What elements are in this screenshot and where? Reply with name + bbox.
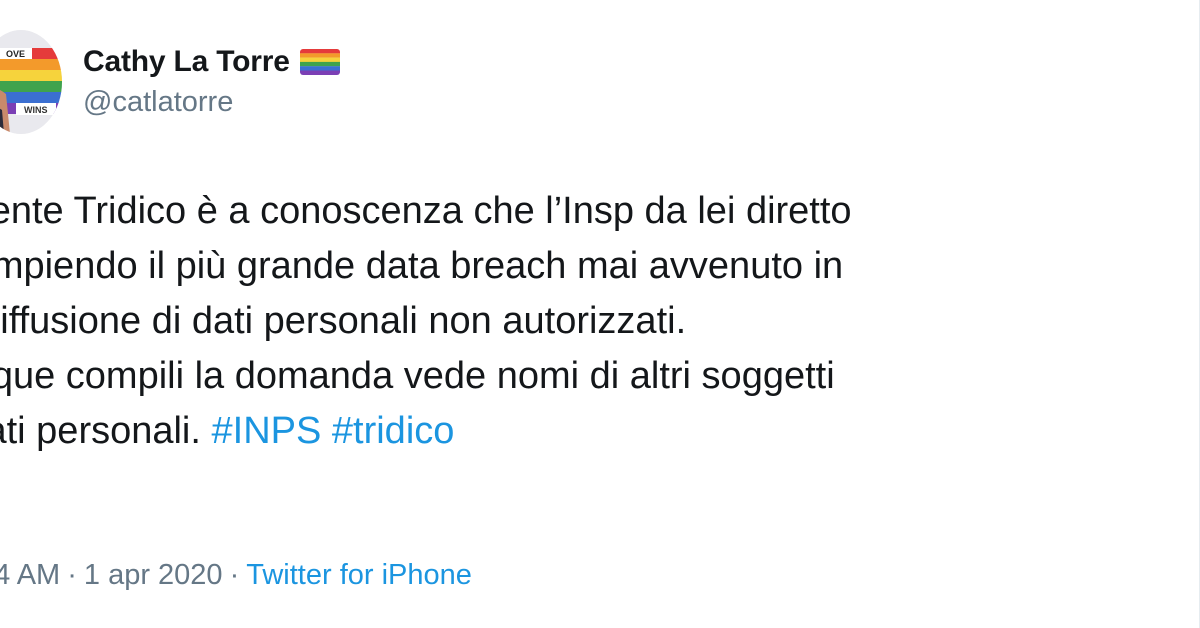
tweet-date[interactable]: 1 apr 2020 (84, 559, 223, 591)
tweet-line: hiunque compili la domanda vede nomi di … (0, 355, 835, 397)
meta-separator: · (229, 559, 240, 591)
display-name[interactable]: Cathy La Torre (83, 45, 290, 79)
meta-separator: · (67, 559, 77, 591)
hashtag-inps[interactable]: #INPS (212, 410, 322, 452)
tweet-time[interactable]: 34 AM (0, 559, 60, 591)
avatar-text-top: OVE (6, 49, 25, 59)
tweet-line-last: ro dati personali. #INPS #tridico (0, 404, 1200, 459)
tweet-card: OVE WINS Cathy La Torre @catlatorre esid… (0, 0, 1200, 628)
avatar[interactable]: OVE WINS (0, 30, 62, 134)
name-row: Cathy La Torre (83, 42, 340, 82)
rainbow-flag-icon (299, 49, 340, 75)
tweet-meta: 34 AM·1 apr 2020·Twitter for iPhone (0, 553, 472, 597)
hashtag-tridico[interactable]: #tridico (332, 410, 455, 452)
user-handle[interactable]: @catlatorre (83, 86, 233, 119)
avatar-text-bottom: WINS (24, 105, 48, 115)
tweet-line-text: ro dati personali. (0, 410, 201, 452)
tweet-source-link[interactable]: Twitter for iPhone (246, 559, 472, 591)
tweet-line: lia?diffusione di dati personali non aut… (0, 300, 687, 342)
tweet-line: a compiendo il più grande data breach ma… (0, 245, 844, 287)
tweet-line: esidente Tridico è a conoscenza che l’In… (0, 190, 852, 232)
tweet-text: esidente Tridico è a conoscenza che l’In… (0, 184, 1200, 459)
